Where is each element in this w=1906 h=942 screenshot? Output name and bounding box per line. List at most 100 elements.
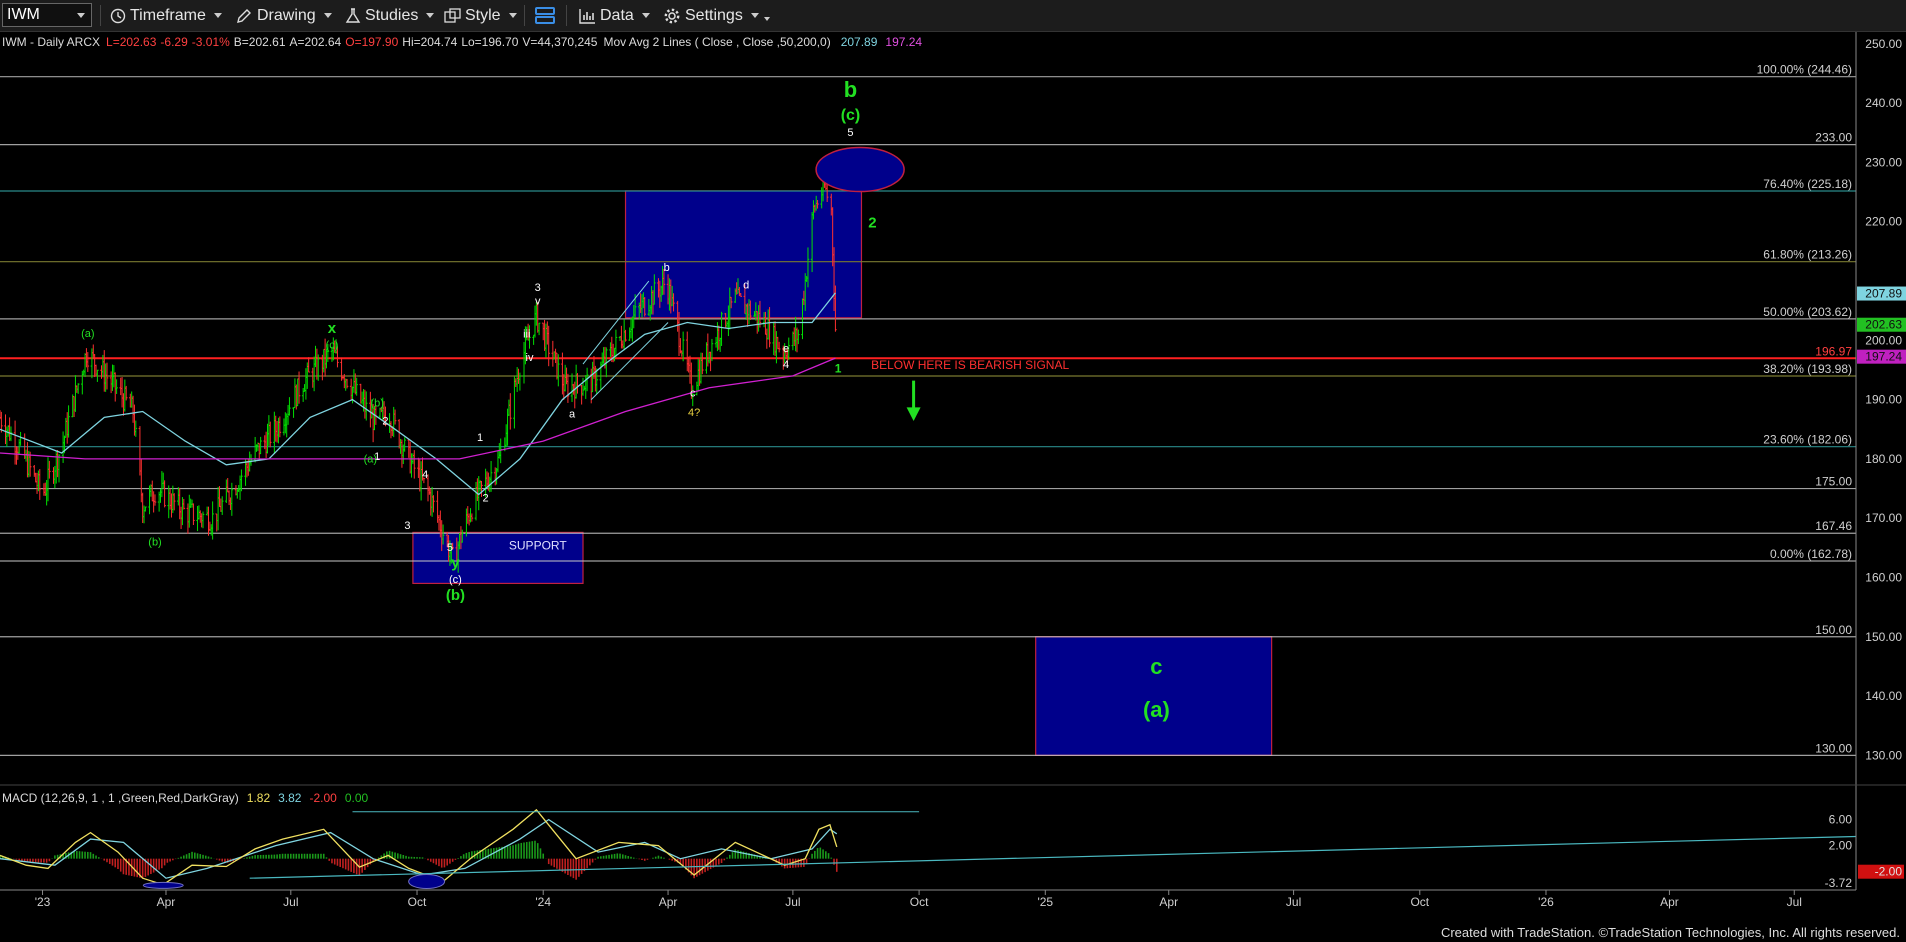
price-level-label: 130.00 (1815, 741, 1852, 755)
toolbar: IWM Timeframe Drawing Studies Style Data… (0, 0, 1906, 32)
data-menu[interactable]: Data (578, 4, 650, 27)
ohlc-bar (681, 331, 685, 362)
studies-menu[interactable]: Studies (345, 4, 435, 27)
wave-label: 1 (477, 432, 483, 444)
wave-label: 5 (847, 127, 853, 139)
wave-label: b (844, 77, 857, 102)
layout-icon (535, 6, 555, 24)
macd-axis-label: -3.72 (1825, 876, 1853, 890)
macd-ellipse (142, 881, 184, 889)
down-arrow-icon (906, 407, 921, 421)
studies-label: Studies (365, 6, 419, 24)
chevron-down-icon (508, 13, 517, 18)
price-axis-label: 220.00 (1865, 215, 1902, 229)
wave-label: 2 (382, 416, 388, 428)
time-axis-label: Jul (283, 895, 298, 909)
wave-label: v (535, 296, 541, 308)
price-axis-label: 170.00 (1865, 511, 1902, 525)
time-axis-label: Oct (1410, 895, 1429, 909)
bar-chart-icon (579, 8, 595, 24)
time-axis-label: Jul (785, 895, 800, 909)
price-level-label: 100.00% (244.46) (1757, 63, 1852, 77)
price-chart[interactable]: SUPPORT 100.00% (244.46) 233.00 76.40% (22… (0, 32, 1906, 942)
wave-label: (a) (81, 328, 94, 340)
time-axis-label: Oct (910, 895, 929, 909)
timeframe-menu[interactable]: Timeframe (110, 4, 222, 27)
time-axis-label: Apr (157, 895, 176, 909)
wave-label: (c) (326, 340, 339, 352)
style-label: Style (465, 6, 501, 24)
macd-axis-label: 6.00 (1829, 813, 1853, 827)
layout-button[interactable] (534, 4, 560, 27)
price-axis-label: 130.00 (1865, 748, 1902, 762)
chevron-down-icon (426, 13, 435, 18)
price-level-label: 50.00% (203.62) (1763, 305, 1852, 319)
chevron-down-icon (323, 13, 332, 18)
price-level-label: 38.20% (193.98) (1763, 362, 1852, 376)
target-ellipse (815, 146, 905, 193)
style-menu[interactable]: Style (444, 4, 517, 27)
wave-label: (b) (148, 536, 161, 548)
drawing-menu[interactable]: Drawing (236, 4, 332, 27)
time-axis-label: Oct (408, 895, 427, 909)
data-label: Data (600, 6, 634, 24)
wave-label: d (743, 280, 749, 292)
ohlc-bar (292, 407, 295, 418)
ohlc-bar (403, 437, 406, 452)
wave-label: c (1150, 654, 1162, 679)
price-level-label: 23.60% (182.06) (1763, 433, 1852, 447)
time-axis-label: '23 (35, 895, 51, 909)
wave-label: 5 (447, 542, 453, 554)
wave-label: (c) (841, 107, 861, 124)
zone-label: SUPPORT (509, 538, 567, 552)
toolbar-more-icon[interactable] (764, 17, 770, 21)
wave-label: (a) (364, 453, 377, 465)
drawing-label: Drawing (257, 6, 316, 24)
wave-label: (b) (446, 587, 465, 604)
chevron-down-icon (213, 13, 222, 18)
wave-label: BELOW HERE IS BEARISH SIGNAL (871, 358, 1069, 372)
chart-header: IWM - Daily ARCX L=202.63 -6.29 -3.01% B=202… (2, 35, 922, 49)
price-level-label: 233.00 (1815, 131, 1852, 145)
toolbar-separator (566, 5, 567, 26)
chevron-down-icon (641, 13, 650, 18)
pencil-icon (237, 8, 251, 23)
toolbar-separator (100, 5, 101, 26)
time-axis-label: Apr (659, 895, 678, 909)
clock-icon (110, 8, 126, 23)
price-axis-label: 197.24 (1865, 350, 1902, 364)
time-axis-label: Jul (1787, 895, 1802, 909)
wave-label: iv (526, 352, 534, 364)
wave-label: 1 (835, 361, 842, 375)
price-level-label: 175.00 (1815, 475, 1852, 489)
timeframe-label: Timeframe (130, 6, 206, 24)
symbol-dropdown-icon[interactable] (77, 13, 85, 18)
toolbar-separator (524, 5, 525, 26)
price-level-label: 167.46 (1815, 519, 1852, 533)
price-axis-label: 202.63 (1865, 318, 1902, 332)
wave-label: 3 (535, 282, 541, 294)
price-axis-label: 240.00 (1865, 96, 1902, 110)
price-axis-label: 200.00 (1865, 333, 1902, 347)
flask-icon (345, 7, 361, 23)
macd-axis-label: -2.00 (1875, 865, 1903, 879)
price-axis-label: 160.00 (1865, 570, 1902, 584)
chevron-down-icon (750, 13, 759, 18)
price-axis-label: 250.00 (1865, 37, 1902, 51)
time-axis-label: '24 (535, 895, 551, 909)
price-axis-label: 180.00 (1865, 452, 1902, 466)
price-axis-label: 140.00 (1865, 689, 1902, 703)
symbol-input[interactable]: IWM (2, 3, 92, 27)
time-axis-label: Jul (1286, 895, 1301, 909)
wave-label: (b) (371, 398, 384, 410)
symbol-text: IWM (7, 6, 40, 23)
macd-ellipse (408, 873, 446, 889)
wave-label: e (783, 343, 789, 355)
wave-label: 4? (688, 407, 700, 419)
macd-header: MACD (12,26,9, 1 , 1 ,Green,Red,DarkGray… (2, 791, 369, 805)
wave-label: y (451, 554, 460, 571)
settings-label: Settings (685, 6, 743, 24)
settings-menu[interactable]: Settings (663, 4, 759, 27)
wave-label: 3 (404, 520, 410, 532)
wave-label: iii (523, 328, 530, 340)
